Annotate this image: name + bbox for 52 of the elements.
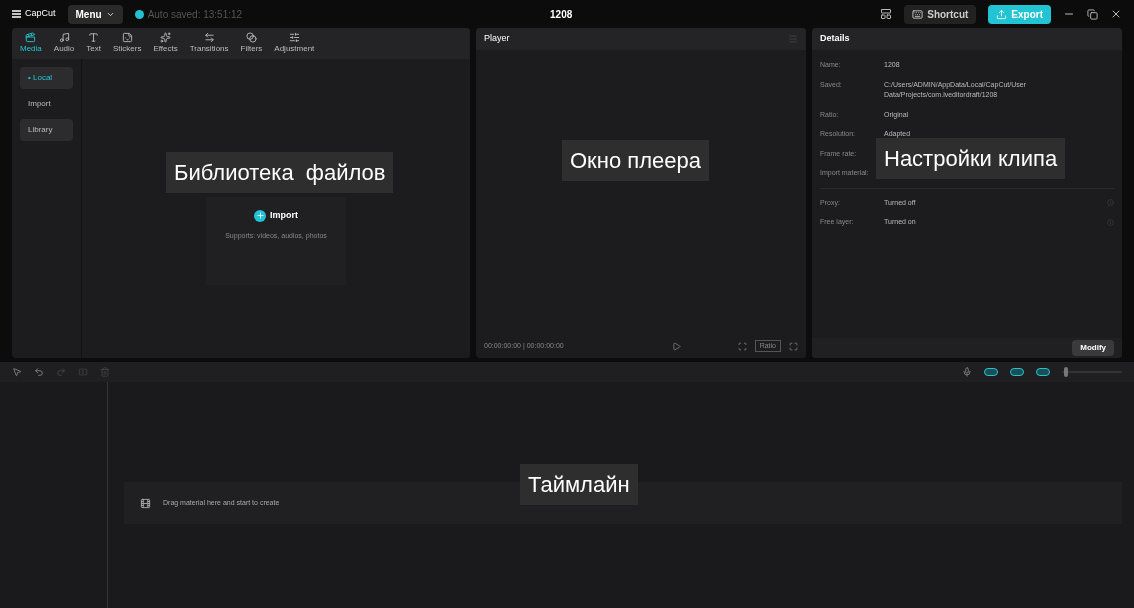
project-title: 1208 (549, 7, 574, 22)
annotation-label: Настройки клипа (876, 138, 1066, 179)
layout-icon[interactable] (880, 8, 893, 20)
app-name: CapCut (25, 7, 56, 21)
sidebar-item[interactable]: • Local (20, 67, 73, 89)
undo-icon[interactable] (34, 367, 44, 377)
media-tab[interactable]: Media (20, 32, 42, 55)
audio-icon (58, 32, 70, 43)
autosave-text: Auto saved: 13:51:12 (147, 7, 243, 22)
fit-icon[interactable] (737, 341, 747, 351)
panel-title: Player (484, 32, 510, 46)
close-icon[interactable] (1110, 8, 1122, 20)
stickers-icon (121, 32, 133, 43)
effects-icon (160, 32, 172, 43)
media-tab[interactable]: Effects (153, 32, 178, 55)
sidebar-item[interactable]: Import (20, 93, 73, 115)
restore-icon[interactable] (1087, 8, 1098, 20)
zoom-slider-thumb[interactable] (1063, 367, 1068, 377)
media-tab[interactable]: Adjustment (274, 32, 315, 55)
pointer-icon[interactable] (12, 367, 22, 377)
text-icon (88, 32, 100, 43)
modify-button[interactable]: Modify (1072, 340, 1114, 356)
link-icon[interactable] (1036, 368, 1050, 376)
media-tab[interactable]: Transitions (189, 32, 229, 55)
annotation-label: Библиотека файлов (166, 152, 394, 193)
film-icon (140, 497, 151, 509)
fullscreen-icon[interactable] (789, 341, 798, 351)
transitions-icon (203, 32, 215, 43)
adjustment-icon (288, 32, 300, 43)
annotation-label: Окно плеера (562, 140, 709, 181)
link-icon[interactable] (1010, 368, 1024, 376)
media-tab[interactable]: Filters (240, 32, 263, 55)
media-icon (25, 32, 37, 43)
play-icon[interactable] (671, 341, 681, 351)
status-icon (134, 9, 144, 19)
import-button[interactable]: Import (254, 209, 298, 223)
sidebar-item[interactable]: Library (20, 119, 73, 141)
export-icon (996, 8, 1008, 20)
panel-title: Details (820, 32, 850, 46)
media-tab[interactable]: Stickers (112, 32, 142, 55)
media-tab[interactable]: Text (86, 32, 101, 55)
microphone-icon[interactable] (962, 367, 972, 377)
link-icon[interactable] (984, 368, 998, 376)
media-tab[interactable]: Audio (53, 32, 75, 55)
delete-icon[interactable] (100, 367, 110, 377)
plus-icon (255, 211, 265, 221)
keyboard-icon (912, 8, 924, 20)
menu-button[interactable]: Menu (67, 4, 123, 24)
shortcut-button[interactable]: Shortcut (904, 4, 977, 24)
logo-icon (12, 10, 21, 18)
filters-icon (245, 32, 257, 43)
annotation-label: Таймлайн (520, 464, 638, 505)
